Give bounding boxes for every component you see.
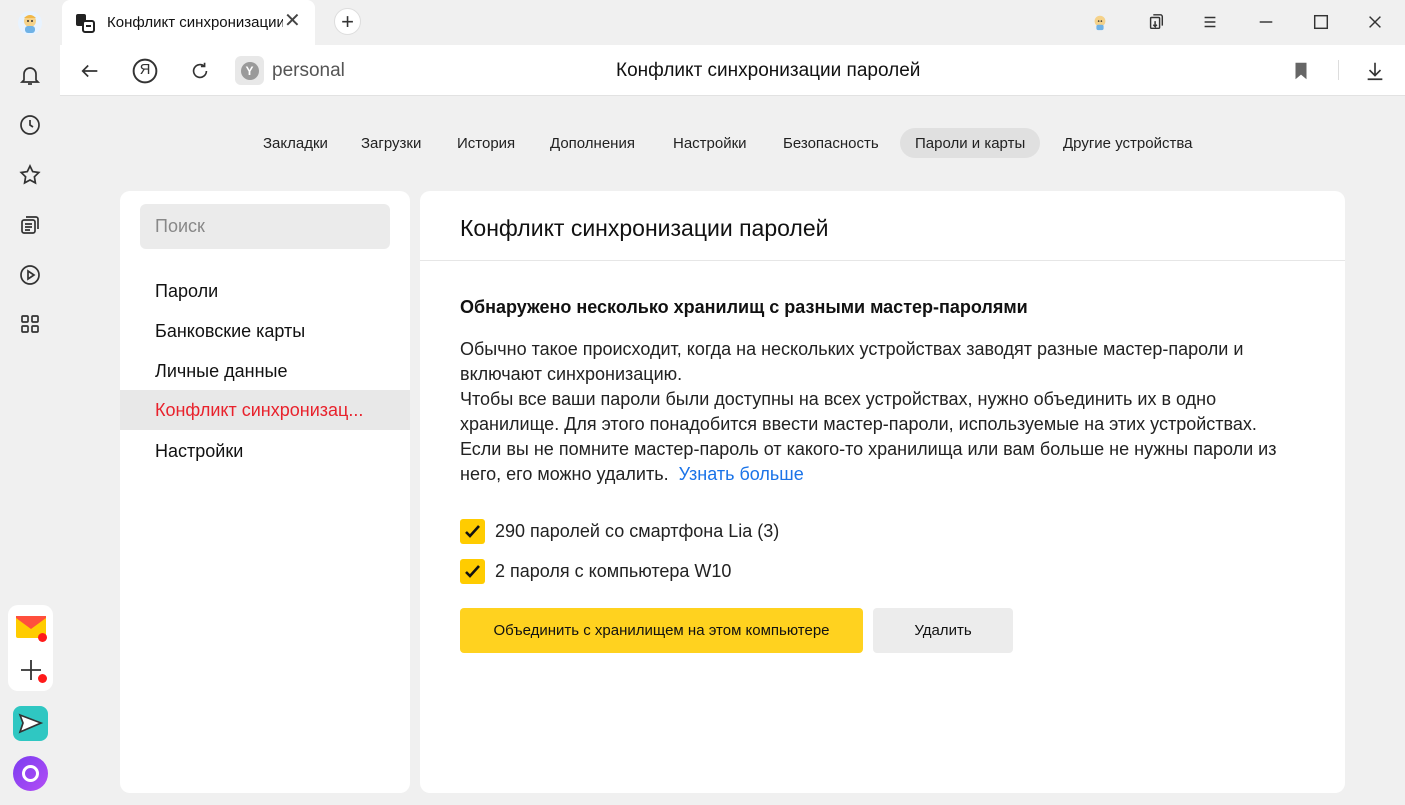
tab-settings[interactable]: Настройки [658,128,762,158]
learn-more-link[interactable]: Узнать больше [679,464,804,484]
tab-downloads[interactable]: Загрузки [346,128,436,158]
mail-icon[interactable] [16,616,47,642]
address-bar: Я Y personal Конфликт синхронизации паро… [60,45,1405,96]
download-icon[interactable] [1361,57,1389,85]
passwords-tab-icon [75,13,95,33]
checkmark-icon [465,564,480,578]
storage-checkbox-smartphone[interactable] [460,518,485,544]
description-paragraph-3-wrap: Если вы не помните мастер-пароль от како… [460,437,1305,487]
profile-icon[interactable] [1088,10,1112,34]
tabs-collections-icon[interactable] [1144,10,1168,34]
description-paragraph-3: Если вы не помните мастер-пароль от како… [460,439,1277,484]
description-paragraph-1: Обычно такое происходит, когда на нескол… [460,339,1244,384]
alice-assistant-icon[interactable] [13,756,48,791]
storage-row-computer[interactable]: 2 пароля с компьютера W10 [460,558,732,584]
section-heading: Обнаружено несколько хранилищ с разными … [460,297,1028,317]
history-clock-icon[interactable] [17,112,43,138]
collections-icon[interactable] [17,212,43,238]
storage-row-smartphone[interactable]: 290 паролей со смартфона Lia (3) [460,518,780,544]
maximize-icon[interactable] [1309,10,1333,34]
tab-close-icon[interactable]: ✕ [284,11,301,31]
yandex-logo-icon[interactable]: Я [131,57,159,85]
sidebar-item-personal-data[interactable]: Личные данные [120,351,410,391]
minimize-icon[interactable] [1254,10,1278,34]
sidebar-apps-panel [8,605,53,691]
tab-other-devices[interactable]: Другие устройства [1048,128,1207,158]
tab-history[interactable]: История [442,128,530,158]
video-play-icon[interactable] [17,262,43,288]
sidebar-item-sync-conflict[interactable]: Конфликт синхронизац... [120,390,410,430]
notifications-bell-icon[interactable] [17,62,43,88]
checkmark-icon [465,524,480,538]
yandex-letter: Я [139,61,151,78]
add-app-icon[interactable] [18,657,47,683]
tab-title: Конфликт синхронизации паролей [107,14,283,31]
services-grid-icon[interactable] [17,311,43,337]
passwords-sidebar: Пароли Банковские карты Личные данные Ко… [120,191,410,793]
tab-security[interactable]: Безопасность [768,128,894,158]
delete-button[interactable]: Удалить [873,608,1013,653]
url-text[interactable]: personal [272,60,345,82]
sidebar-item-passwords[interactable]: Пароли [120,271,410,311]
site-icon-letter: Y [240,61,259,80]
tab-extensions[interactable]: Дополнения [535,128,650,158]
new-tab-button[interactable]: + [334,8,361,35]
tab-active[interactable]: Конфликт синхронизации паролей ✕ [62,0,315,45]
tab-passwords-and-cards[interactable]: Пароли и карты [900,128,1041,158]
menu-icon[interactable] [1198,10,1222,34]
search-input[interactable] [140,204,390,249]
reload-icon[interactable] [186,57,214,85]
description-paragraph-2: Чтобы все ваши пароли были доступны на в… [460,389,1257,434]
bookmarks-star-icon[interactable] [17,162,43,188]
storage-label-smartphone: 290 паролей со смартфона Lia (3) [495,520,780,541]
title-divider [420,260,1345,261]
back-arrow-icon[interactable] [76,57,104,85]
page-title: Конфликт синхронизации паролей [460,215,829,241]
settings-tabs: Закладки Загрузки История Дополнения Нас… [60,128,1405,160]
bookmark-icon[interactable] [1287,57,1315,85]
left-sidebar-rail [0,0,60,805]
profile-avatar-icon[interactable] [17,10,43,36]
sidebar-item-bank-cards[interactable]: Банковские карты [120,311,410,351]
address-page-title: Конфликт синхронизации паролей [616,60,921,81]
storage-label-computer: 2 пароля с компьютера W10 [495,560,732,581]
sync-conflict-panel: Конфликт синхронизации паролей Обнаружен… [420,191,1345,793]
tab-strip: Конфликт синхронизации паролей ✕ + [60,0,1405,45]
description-text: Обычно такое происходит, когда на нескол… [460,337,1305,487]
storage-checkbox-computer[interactable] [460,558,485,584]
tab-bookmarks[interactable]: Закладки [248,128,343,158]
merge-button[interactable]: Объединить с хранилищем на этом компьюте… [460,608,863,653]
address-divider [1338,60,1339,80]
sidebar-item-settings[interactable]: Настройки [120,431,410,471]
site-info-icon[interactable]: Y [235,56,264,85]
close-window-icon[interactable] [1363,10,1387,34]
messenger-icon[interactable] [13,706,48,741]
